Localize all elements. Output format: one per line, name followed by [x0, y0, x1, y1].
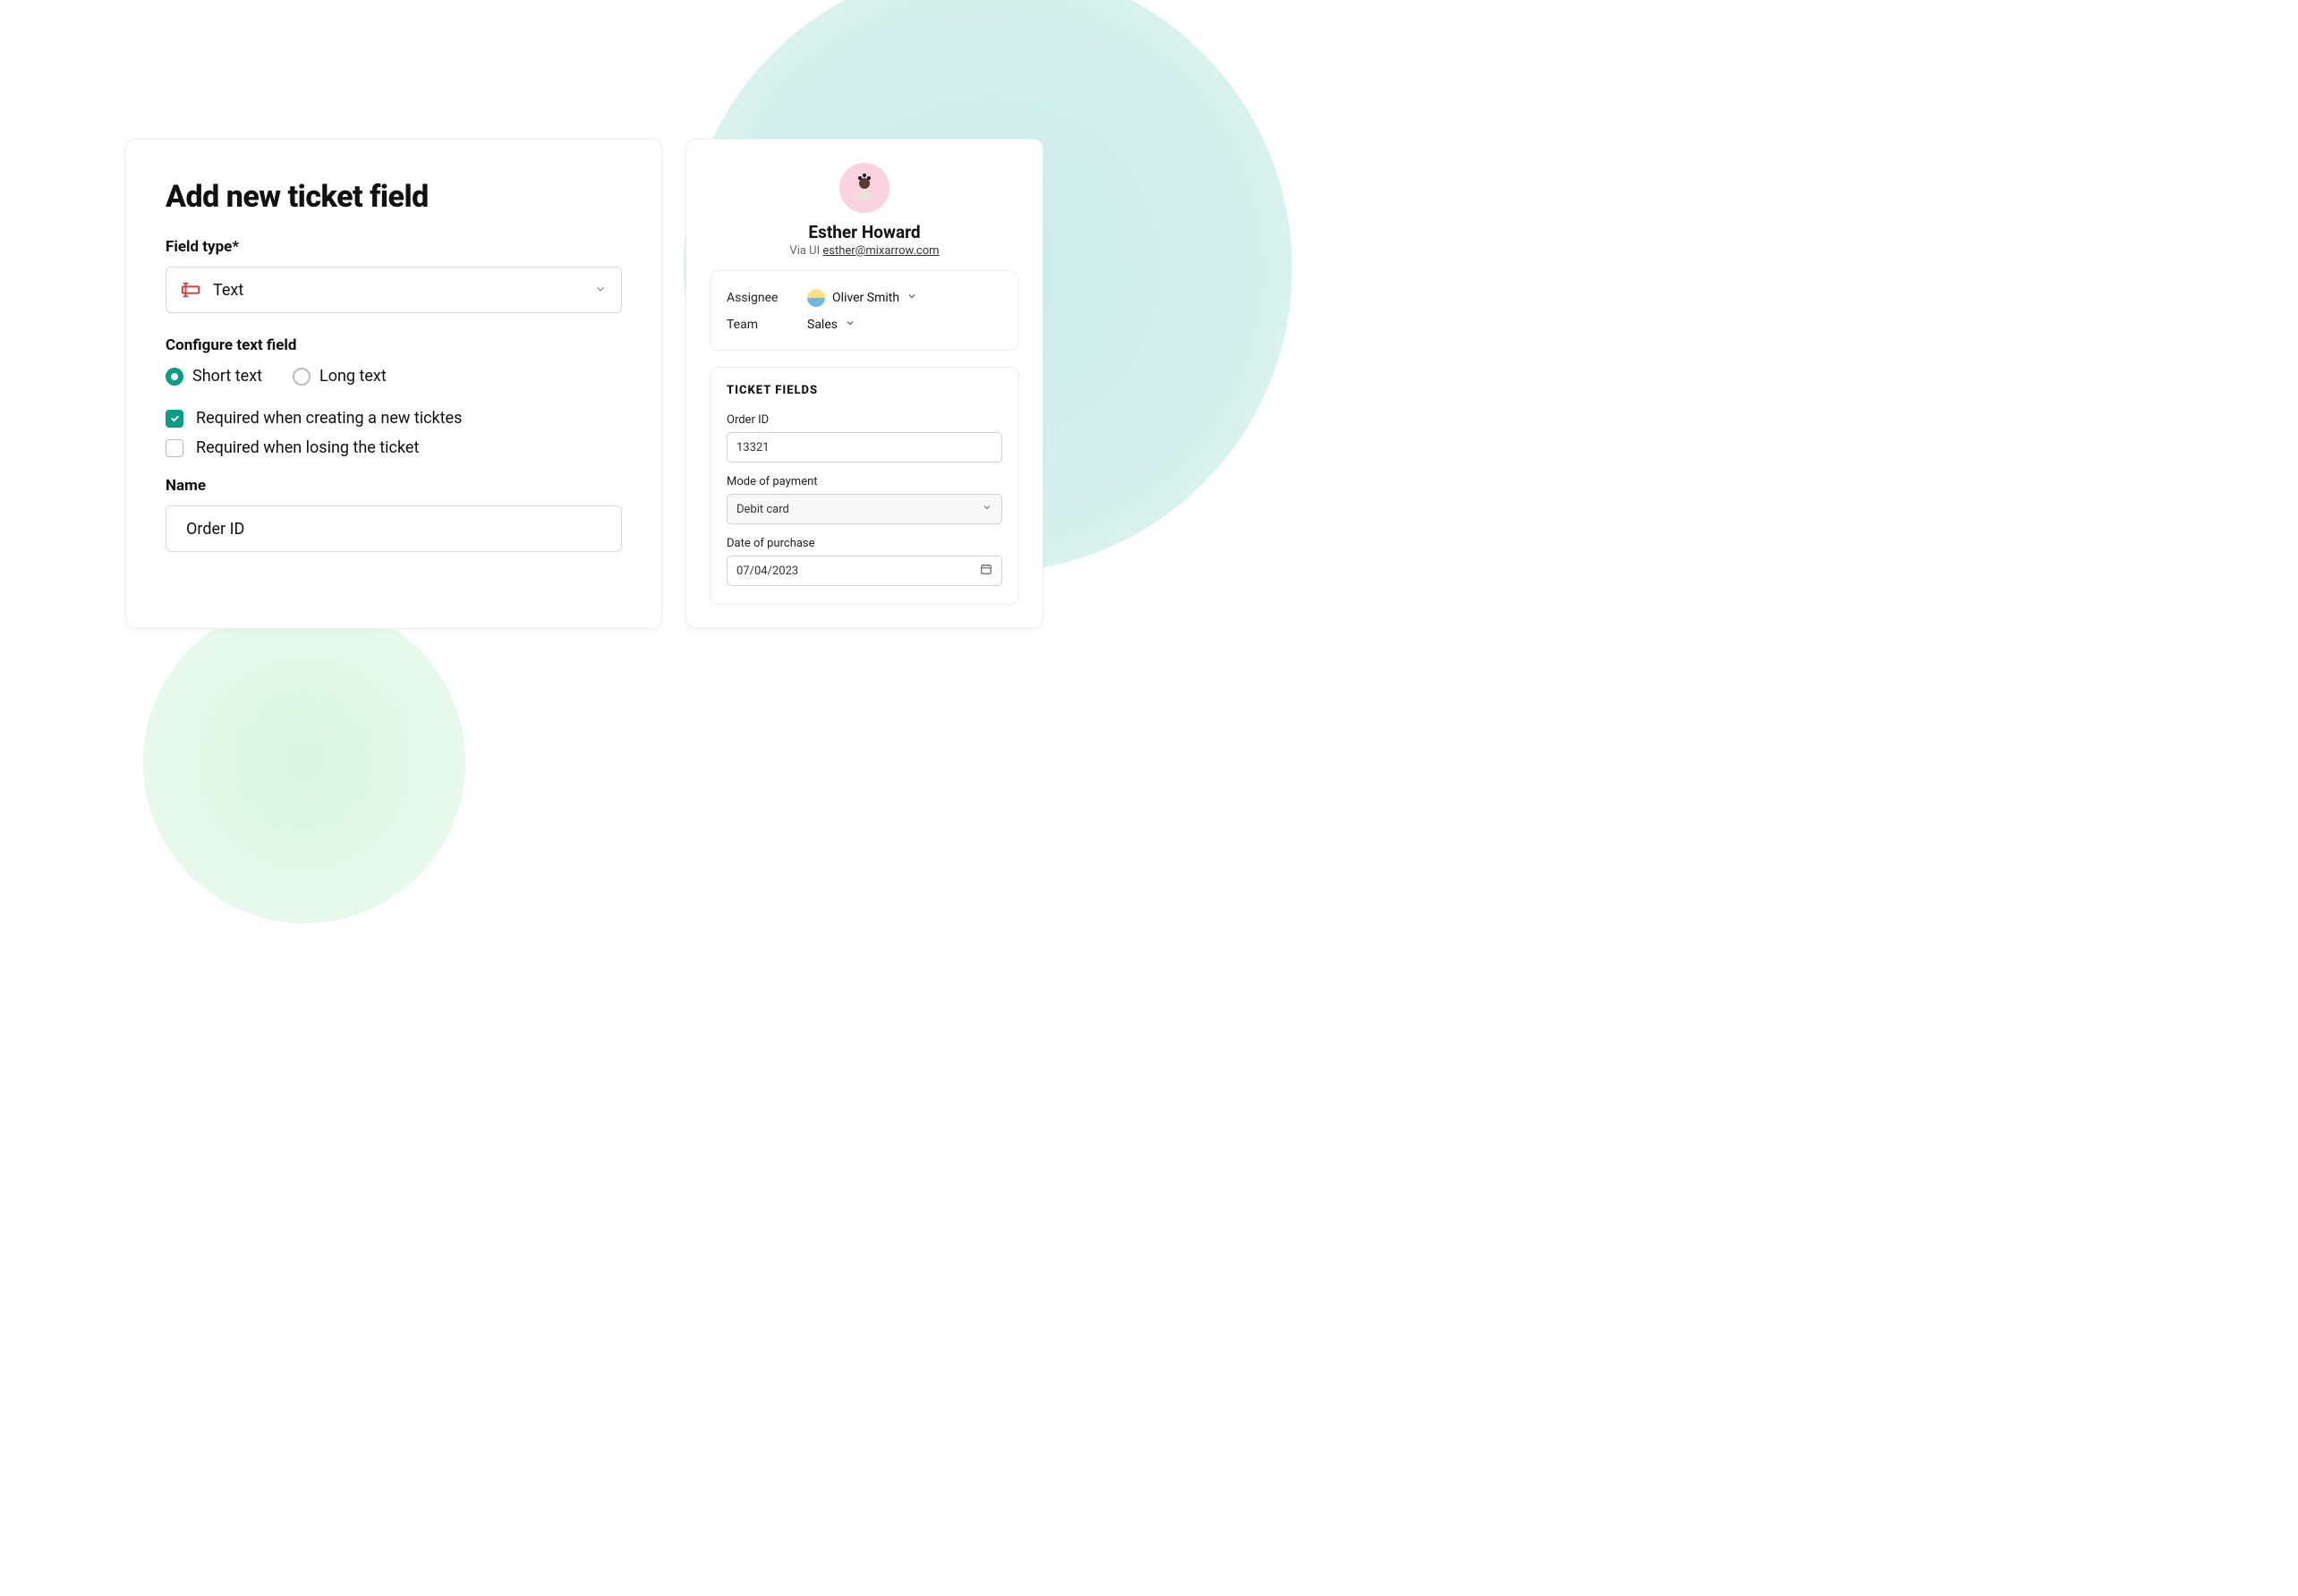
order-id-input[interactable]: 13321 [727, 432, 1002, 463]
chevron-down-icon [982, 502, 992, 516]
profile-section: Esther Howard Via UI esther@mixarrow.com [710, 163, 1019, 258]
radio-long-text[interactable]: Long text [293, 367, 387, 386]
field-type-label: Field type* [166, 238, 622, 256]
payment-mode-value: Debit card [736, 503, 789, 516]
ticket-fields-heading: TICKET FIELDS [727, 384, 1002, 397]
checkbox-required-close[interactable] [166, 439, 183, 457]
ticket-fields-box: TICKET FIELDS Order ID 13321 Mode of pay… [710, 367, 1019, 605]
text-field-icon [181, 280, 200, 300]
decorative-circle-green [143, 601, 465, 923]
purchase-date-value: 07/04/2023 [736, 565, 798, 578]
payment-mode-label: Mode of payment [727, 475, 1002, 488]
name-input-value: Order ID [186, 520, 244, 539]
profile-email[interactable]: esther@mixarrow.com [822, 244, 939, 258]
team-value: Sales [807, 318, 838, 332]
checkbox-required-create[interactable] [166, 410, 183, 428]
card-title: Add new ticket field [166, 179, 622, 215]
via-label: Via UI [789, 244, 822, 258]
field-type-select[interactable]: Text [166, 267, 622, 313]
radio-checked-icon [166, 368, 183, 386]
team-select[interactable]: Sales [807, 318, 855, 332]
checkbox-required-create-label: Required when creating a new ticktes [196, 409, 462, 428]
name-input[interactable]: Order ID [166, 505, 622, 552]
name-label: Name [166, 477, 622, 495]
profile-subtitle: Via UI esther@mixarrow.com [710, 244, 1019, 258]
order-id-label: Order ID [727, 413, 1002, 427]
payment-mode-select[interactable]: Debit card [727, 494, 1002, 524]
assignee-label: Assignee [727, 291, 798, 305]
field-type-value: Text [213, 281, 243, 300]
chevron-down-icon [906, 291, 917, 305]
assignee-select[interactable]: Oliver Smith [807, 289, 917, 307]
ticket-sidebar-card: Esther Howard Via UI esther@mixarrow.com… [685, 139, 1043, 629]
configure-label: Configure text field [166, 336, 622, 354]
avatar [839, 163, 889, 213]
radio-unchecked-icon [293, 368, 311, 386]
radio-short-label: Short text [192, 367, 262, 386]
profile-name: Esther Howard [710, 222, 1019, 242]
chevron-down-icon [594, 282, 607, 299]
order-id-value: 13321 [736, 441, 770, 454]
assignee-avatar [807, 289, 825, 307]
radio-short-text[interactable]: Short text [166, 367, 262, 386]
calendar-icon [980, 563, 992, 579]
team-label: Team [727, 318, 798, 332]
purchase-date-label: Date of purchase [727, 537, 1002, 550]
add-field-card: Add new ticket field Field type* Text Co… [125, 139, 662, 629]
purchase-date-input[interactable]: 07/04/2023 [727, 556, 1002, 586]
checkbox-required-close-label: Required when losing the ticket [196, 438, 419, 457]
chevron-down-icon [845, 318, 855, 332]
radio-long-label: Long text [319, 367, 387, 386]
assignment-box: Assignee Oliver Smith Team Sales [710, 270, 1019, 351]
assignee-value: Oliver Smith [832, 291, 899, 305]
